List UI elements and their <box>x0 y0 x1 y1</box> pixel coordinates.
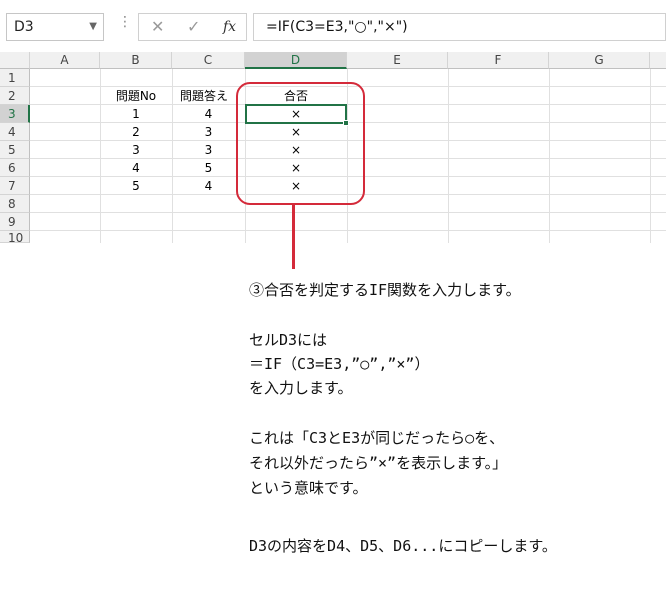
formula-buttons: ✕ ✓ fx <box>138 13 247 41</box>
row-header-10[interactable]: 10 <box>0 231 30 245</box>
insert-function-icon[interactable]: fx <box>223 19 236 35</box>
annotation-text: D3の内容をD4、D5、D6...にコピーします。 <box>249 537 557 555</box>
cell-b2[interactable]: 問題No <box>100 87 172 105</box>
annotation-text: という意味です。 <box>249 479 368 497</box>
cell-c7[interactable]: 4 <box>172 177 245 195</box>
row-header-4[interactable]: 4 <box>0 123 30 141</box>
column-header-a[interactable]: A <box>30 52 100 69</box>
column-header-h[interactable] <box>650 52 666 69</box>
annotation-callout <box>236 82 365 205</box>
cell-b7[interactable]: 5 <box>100 177 172 195</box>
cell-c2[interactable]: 問題答え <box>172 87 245 105</box>
column-header-e[interactable]: E <box>347 52 448 69</box>
row-header-3[interactable]: 3 <box>0 105 30 123</box>
row-header-8[interactable]: 8 <box>0 195 30 213</box>
name-box-value: D3 <box>14 19 34 35</box>
cell-b5[interactable]: 3 <box>100 141 172 159</box>
cell-b6[interactable]: 4 <box>100 159 172 177</box>
gridline <box>30 230 666 231</box>
annotation-text: それ以外だったら”×”を表示します。」 <box>249 454 508 472</box>
chevron-down-icon[interactable]: ▼ <box>89 14 97 40</box>
gridline <box>549 69 550 243</box>
row-header-6[interactable]: 6 <box>0 159 30 177</box>
name-box[interactable]: D3 ▼ <box>6 13 104 41</box>
column-header-f[interactable]: F <box>448 52 549 69</box>
select-all-corner[interactable] <box>0 52 30 69</box>
annotation-formula: ＝IF（C3=E3,”○”,”×”） <box>249 355 430 373</box>
row-header-1[interactable]: 1 <box>0 69 30 87</box>
annotation-text: セルD3には <box>249 331 328 349</box>
cell-c5[interactable]: 3 <box>172 141 245 159</box>
cell-b4[interactable]: 2 <box>100 123 172 141</box>
column-header-d[interactable]: D <box>245 52 347 69</box>
annotation-pointer <box>292 205 295 269</box>
cell-c6[interactable]: 5 <box>172 159 245 177</box>
column-header-c[interactable]: C <box>172 52 245 69</box>
annotation-text: これは「C3とE3が同じだったら○を、 <box>249 429 505 447</box>
formula-bar: D3 ▼ ⋮ ✕ ✓ fx =IF(C3=E3,"○","×") <box>0 0 666 52</box>
row-header-2[interactable]: 2 <box>0 87 30 105</box>
row-header-5[interactable]: 5 <box>0 141 30 159</box>
cell-b3[interactable]: 1 <box>100 105 172 123</box>
column-header-g[interactable]: G <box>549 52 650 69</box>
enter-icon[interactable]: ✓ <box>187 17 200 36</box>
gridline <box>650 69 651 243</box>
cancel-icon[interactable]: ✕ <box>151 17 164 36</box>
formula-input[interactable]: =IF(C3=E3,"○","×") <box>253 13 666 41</box>
row-header-9[interactable]: 9 <box>0 213 30 231</box>
annotation-text: を入力します。 <box>249 379 353 397</box>
annotation-step-title: ③合否を判定するIF関数を入力します。 <box>249 281 521 299</box>
column-header-b[interactable]: B <box>100 52 172 69</box>
cell-c3[interactable]: 4 <box>172 105 245 123</box>
gridline <box>448 69 449 243</box>
more-options-icon[interactable]: ⋮ <box>118 14 132 30</box>
row-header-7[interactable]: 7 <box>0 177 30 195</box>
gridline <box>30 212 666 213</box>
cell-c4[interactable]: 3 <box>172 123 245 141</box>
